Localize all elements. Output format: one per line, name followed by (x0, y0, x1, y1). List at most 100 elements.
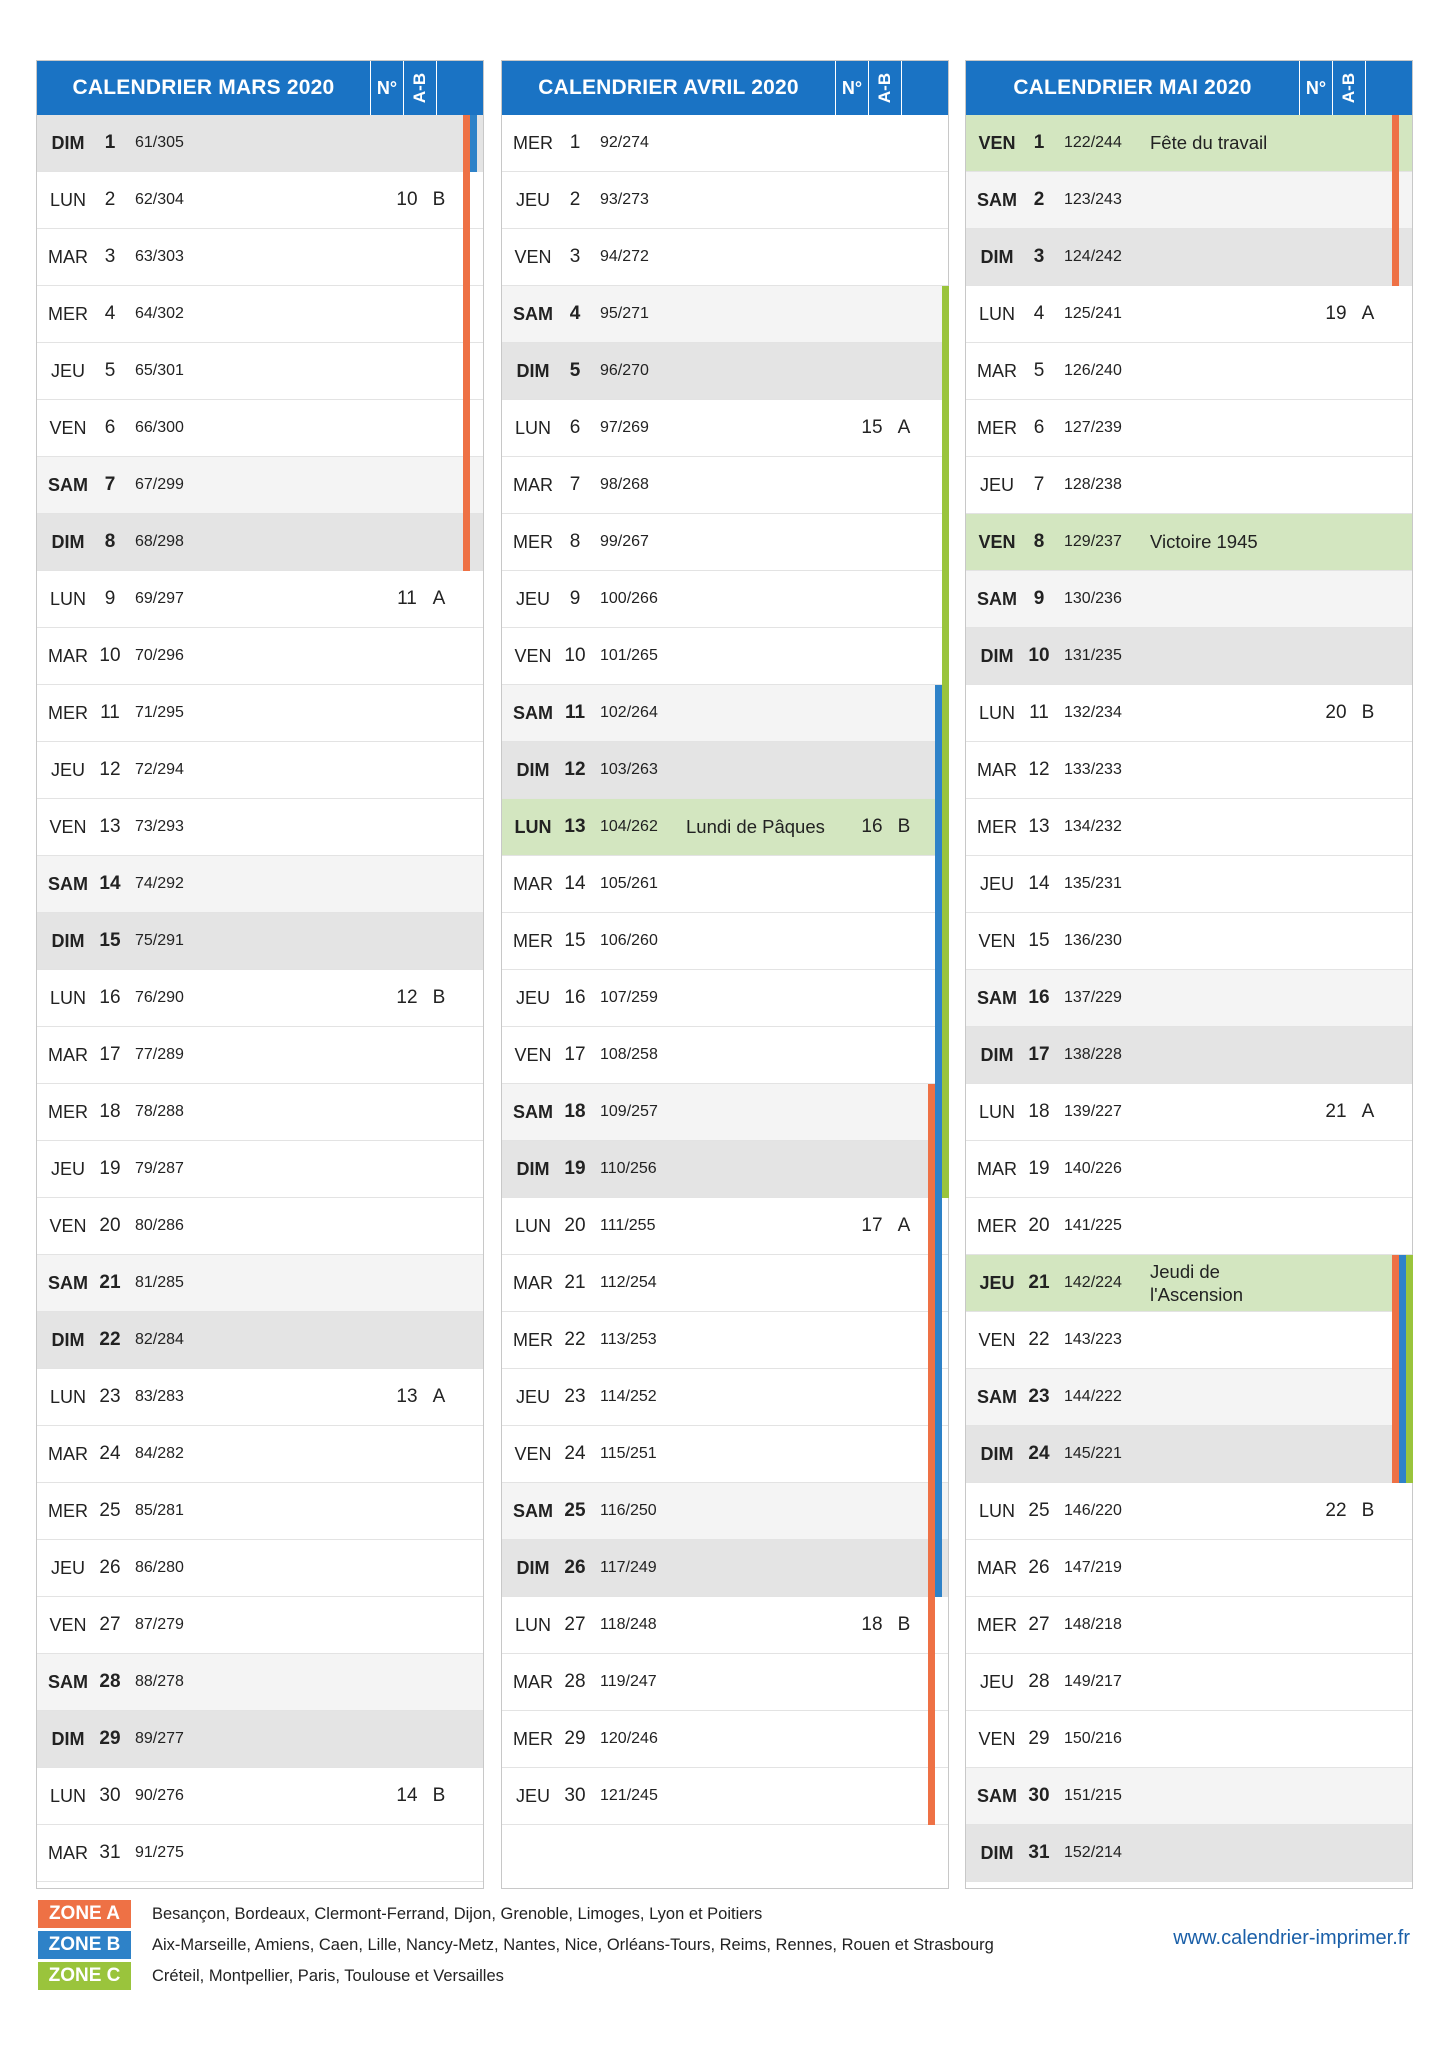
day-number: 10 (99, 645, 121, 666)
day-name: SAM (48, 1672, 88, 1692)
day-of-year: 98/268 (600, 476, 649, 493)
day-name: JEU (515, 589, 550, 609)
day-of-year: 78/288 (135, 1103, 184, 1120)
holiday-bar-zone-a (1392, 1312, 1399, 1369)
day-number: 8 (569, 531, 581, 552)
holiday-bar-zone-a (463, 343, 470, 400)
day-row: JEU 9 100/266 (502, 571, 949, 628)
day-row: VEN 20 80/286 (37, 1198, 483, 1255)
day-row: JEU 14 135/231 (966, 856, 1412, 913)
day-name: DIM (980, 247, 1014, 267)
day-row: JEU 28 149/217 (966, 1654, 1412, 1711)
day-of-year: 97/269 (600, 419, 649, 436)
day-of-year: 126/240 (1064, 362, 1122, 379)
day-of-year: 63/303 (135, 248, 184, 265)
day-number: 6 (104, 417, 116, 438)
day-name: DIM (51, 532, 85, 552)
day-row: MAR 5 126/240 (966, 343, 1412, 400)
week-number: 15 (861, 417, 883, 438)
holiday-bar-zone-a (1392, 1255, 1399, 1312)
week-number: 17 (861, 1215, 883, 1236)
day-row: DIM 5 96/270 (502, 343, 949, 400)
day-number: 2 (104, 189, 116, 210)
day-of-year: 66/300 (135, 419, 184, 436)
day-row: MAR 28 119/247 (502, 1654, 948, 1711)
day-row: JEU 5 65/301 (37, 343, 483, 400)
day-row: MER 11 71/295 (37, 685, 483, 742)
day-number: 24 (564, 1443, 586, 1464)
day-of-year: 85/281 (135, 1502, 184, 1519)
holiday-bar-zone-b (935, 1084, 942, 1141)
day-row: MAR 24 84/282 (37, 1426, 483, 1483)
day-of-year: 61/305 (135, 134, 184, 151)
day-name: LUN (49, 1387, 86, 1407)
month-column-2: CALENDRIER AVRIL 2020 N° A-B MER 1 92/274 JEU 2… (501, 60, 949, 1889)
day-name: LUN (978, 703, 1015, 723)
holiday-bar-zone-a (928, 1711, 935, 1768)
day-of-year: 122/244 (1064, 134, 1122, 151)
day-of-year: 76/290 (135, 989, 184, 1006)
holiday-bar-zone-a (463, 172, 470, 229)
day-row: SAM 18 109/257 (502, 1084, 949, 1141)
week-number: 13 (396, 1386, 418, 1407)
day-number: 30 (564, 1785, 586, 1806)
day-of-year: 83/283 (135, 1388, 184, 1405)
week-ab-header: A-B (1332, 61, 1365, 115)
day-of-year: 119/247 (600, 1673, 657, 1690)
day-number: 27 (564, 1614, 586, 1635)
zone-badge: ZONE B (38, 1931, 131, 1959)
day-name: MER (513, 133, 553, 153)
day-number: 5 (104, 360, 116, 381)
day-of-year: 118/248 (600, 1616, 657, 1633)
day-name: MER (513, 1330, 553, 1350)
day-number: 5 (569, 360, 581, 381)
day-number: 17 (564, 1044, 586, 1065)
day-number: 3 (569, 246, 581, 267)
website-link[interactable]: www.calendrier-imprimer.fr (1173, 1927, 1410, 1950)
day-row: MAR 21 112/254 (502, 1255, 948, 1312)
day-row: JEU 26 86/280 (37, 1540, 483, 1597)
day-row: MER 13 134/232 (966, 799, 1412, 856)
day-name: JEU (515, 1387, 550, 1407)
day-row: MAR 7 98/268 (502, 457, 949, 514)
day-row: MAR 31 91/275 (37, 1825, 483, 1882)
holiday-bar-zone-a (1392, 229, 1399, 286)
day-number: 9 (569, 588, 581, 609)
day-row: MAR 14 105/261 (502, 856, 949, 913)
day-of-year: 146/220 (1064, 1502, 1122, 1519)
day-number: 29 (1028, 1728, 1050, 1749)
day-row: MAR 3 63/303 (37, 229, 483, 286)
day-name: DIM (516, 760, 550, 780)
day-name: LUN (514, 1216, 551, 1236)
day-row: MER 4 64/302 (37, 286, 483, 343)
holiday-bar-zone-c (942, 913, 949, 970)
day-of-year: 64/302 (135, 305, 184, 322)
day-of-year: 144/222 (1064, 1388, 1122, 1405)
day-number: 20 (1028, 1215, 1050, 1236)
day-row: JEU 16 107/259 (502, 970, 949, 1027)
day-row: LUN 9 69/297 11 A (37, 571, 483, 628)
day-row: SAM 16 137/229 (966, 970, 1412, 1027)
day-row: JEU 2 93/273 (502, 172, 948, 229)
day-row: VEN 10 101/265 (502, 628, 949, 685)
day-number: 25 (1028, 1500, 1050, 1521)
day-row: DIM 29 89/277 (37, 1711, 483, 1768)
day-number: 11 (1029, 702, 1049, 723)
day-row: LUN 18 139/227 21 A (966, 1084, 1412, 1141)
day-row: DIM 10 131/235 (966, 628, 1412, 685)
day-number: 12 (564, 759, 586, 780)
day-rows: MER 1 92/274 JEU 2 93/273 VEN 3 94/272 SAM 4 95/271… (502, 115, 949, 1825)
day-name: MAR (977, 1159, 1017, 1179)
day-number: 17 (1028, 1044, 1050, 1065)
day-row: SAM 2 123/243 (966, 172, 1412, 229)
day-row: VEN 3 94/272 (502, 229, 948, 286)
day-number: 6 (569, 417, 581, 438)
day-row: SAM 23 144/222 (966, 1369, 1413, 1426)
week-number: 10 (396, 189, 418, 210)
day-row: DIM 1 61/305 (37, 115, 483, 172)
holiday-bar-zone-a (928, 1312, 935, 1369)
holiday-bar-zone-a (463, 457, 470, 514)
day-number: 24 (1028, 1443, 1050, 1464)
day-number: 1 (104, 132, 116, 153)
day-row: SAM 28 88/278 (37, 1654, 483, 1711)
